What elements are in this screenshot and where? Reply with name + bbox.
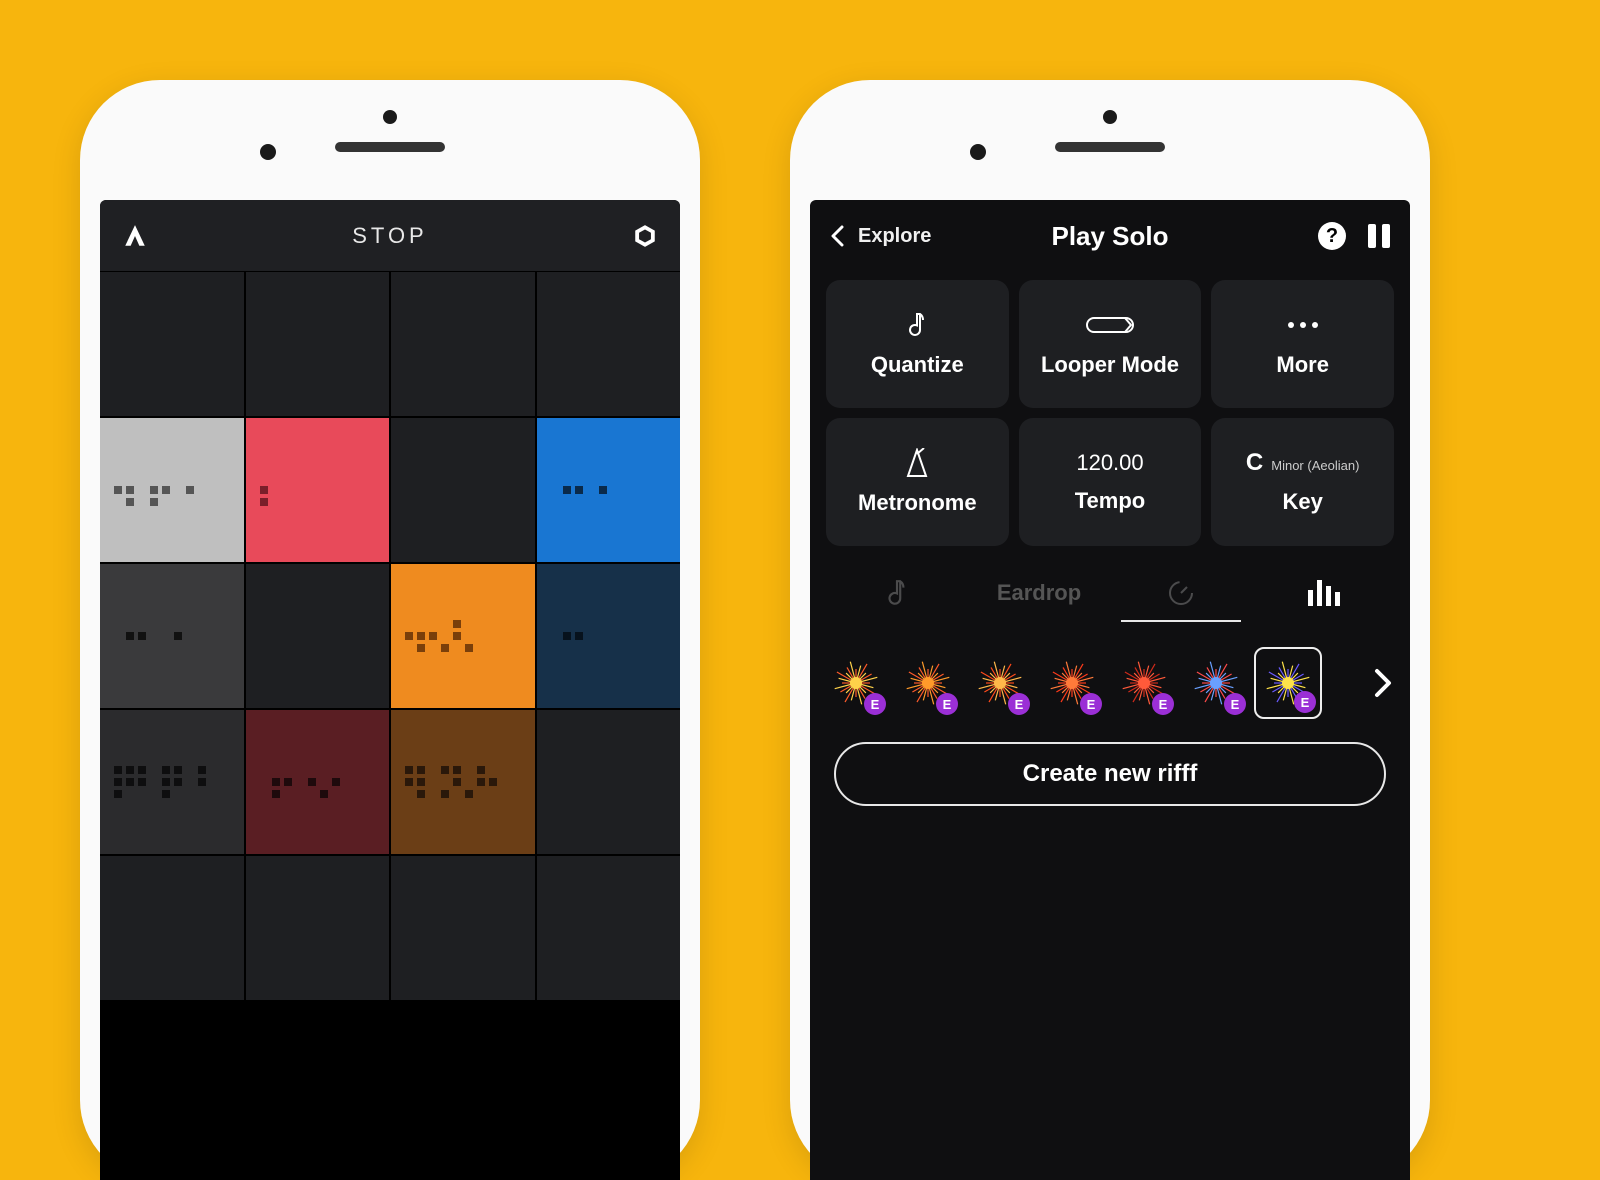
pad-5[interactable]: [246, 418, 390, 562]
loop-icon: [1085, 310, 1135, 340]
preset-badge: E: [864, 693, 886, 715]
pad-9[interactable]: [246, 564, 390, 708]
tab-eq[interactable]: [1252, 564, 1394, 622]
tab-eardrop[interactable]: Eardrop: [968, 564, 1110, 622]
tile-label: Metronome: [858, 490, 977, 516]
tempo-tile[interactable]: 120.00 Tempo: [1019, 418, 1202, 546]
tab-bar: Eardrop: [810, 558, 1410, 628]
back-chevron-icon[interactable]: [830, 225, 844, 247]
create-rifff-button[interactable]: Create new rifff: [834, 742, 1386, 806]
earpiece-speaker: [335, 142, 445, 152]
preset-badge: E: [1294, 691, 1316, 713]
quantize-tile[interactable]: Quantize: [826, 280, 1009, 408]
pad-grid: [100, 272, 680, 1180]
front-camera: [260, 144, 276, 160]
preset-badge: E: [1080, 693, 1102, 715]
pad-18[interactable]: [391, 856, 535, 1000]
pad-10[interactable]: [391, 564, 535, 708]
pad-15[interactable]: [537, 710, 681, 854]
more-tile[interactable]: More: [1211, 280, 1394, 408]
sensor-dot: [1103, 110, 1117, 124]
tile-label: Tempo: [1075, 488, 1145, 514]
presets-row: EEEEEEE: [810, 628, 1410, 738]
preset-2[interactable]: E: [966, 647, 1034, 719]
more-dots-icon: [1288, 310, 1318, 340]
preset-5[interactable]: E: [1182, 647, 1250, 719]
settings-hex-icon[interactable]: [632, 223, 658, 249]
tile-label: Quantize: [871, 352, 964, 378]
looper-mode-tile[interactable]: Looper Mode: [1019, 280, 1202, 408]
pad-16[interactable]: [100, 856, 244, 1000]
pad-19[interactable]: [537, 856, 681, 1000]
key-tile[interactable]: C Minor (Aeolian) Key: [1211, 418, 1394, 546]
left-screen: STOP: [100, 200, 680, 1180]
pad-6[interactable]: [391, 418, 535, 562]
pad-1[interactable]: [246, 272, 390, 416]
pad-2[interactable]: [391, 272, 535, 416]
pad-4[interactable]: [100, 418, 244, 562]
preset-badge: E: [936, 693, 958, 715]
right-screen: Explore Play Solo ? Quantize Looper Mode: [810, 200, 1410, 1180]
pause-icon[interactable]: [1368, 224, 1390, 248]
right-header-bar: Explore Play Solo ?: [810, 200, 1410, 272]
front-camera: [970, 144, 986, 160]
phone-bezel-top: [790, 80, 1430, 200]
app-logo-icon[interactable]: [122, 223, 148, 249]
sensor-dot: [383, 110, 397, 124]
preset-4[interactable]: E: [1110, 647, 1178, 719]
pad-14[interactable]: [391, 710, 535, 854]
tile-label: More: [1276, 352, 1329, 378]
pad-7[interactable]: [537, 418, 681, 562]
control-tiles: Quantize Looper Mode More Metronome 120.…: [810, 272, 1410, 558]
transport-status[interactable]: STOP: [352, 223, 428, 249]
pad-11[interactable]: [537, 564, 681, 708]
presets-next-arrow[interactable]: [1368, 668, 1398, 698]
screen-title: Play Solo: [1051, 221, 1168, 252]
earpiece-speaker: [1055, 142, 1165, 152]
tab-note[interactable]: [826, 564, 968, 622]
create-rifff-label: Create new rifff: [1023, 760, 1198, 788]
key-note: C: [1246, 449, 1263, 477]
preset-3[interactable]: E: [1038, 647, 1106, 719]
tab-knob[interactable]: [1110, 564, 1252, 622]
preset-badge: E: [1152, 693, 1174, 715]
pad-17[interactable]: [246, 856, 390, 1000]
metronome-icon: [904, 448, 930, 478]
tile-label: Key: [1282, 489, 1322, 515]
back-label[interactable]: Explore: [858, 225, 931, 248]
preset-1[interactable]: E: [894, 647, 962, 719]
pad-12[interactable]: [100, 710, 244, 854]
pad-8[interactable]: [100, 564, 244, 708]
phone-bezel-top: [80, 80, 700, 200]
phone-mockup-left: STOP: [80, 80, 700, 1180]
preset-6[interactable]: E: [1254, 647, 1322, 719]
preset-badge: E: [1008, 693, 1030, 715]
phone-mockup-right: Explore Play Solo ? Quantize Looper Mode: [790, 80, 1430, 1180]
tile-label: Looper Mode: [1041, 352, 1179, 378]
preset-0[interactable]: E: [822, 647, 890, 719]
left-header-bar: STOP: [100, 200, 680, 272]
key-mode: Minor (Aeolian): [1271, 458, 1359, 473]
tempo-value: 120.00: [1076, 450, 1143, 476]
pad-13[interactable]: [246, 710, 390, 854]
pad-3[interactable]: [537, 272, 681, 416]
metronome-tile[interactable]: Metronome: [826, 418, 1009, 546]
knob-icon: [1166, 578, 1196, 608]
tab-eardrop-label: Eardrop: [997, 580, 1081, 606]
note-icon: [907, 310, 927, 340]
pad-0[interactable]: [100, 272, 244, 416]
help-icon[interactable]: ?: [1318, 222, 1346, 250]
eq-bars-icon: [1306, 578, 1340, 608]
preset-badge: E: [1224, 693, 1246, 715]
note-icon: [886, 578, 908, 608]
